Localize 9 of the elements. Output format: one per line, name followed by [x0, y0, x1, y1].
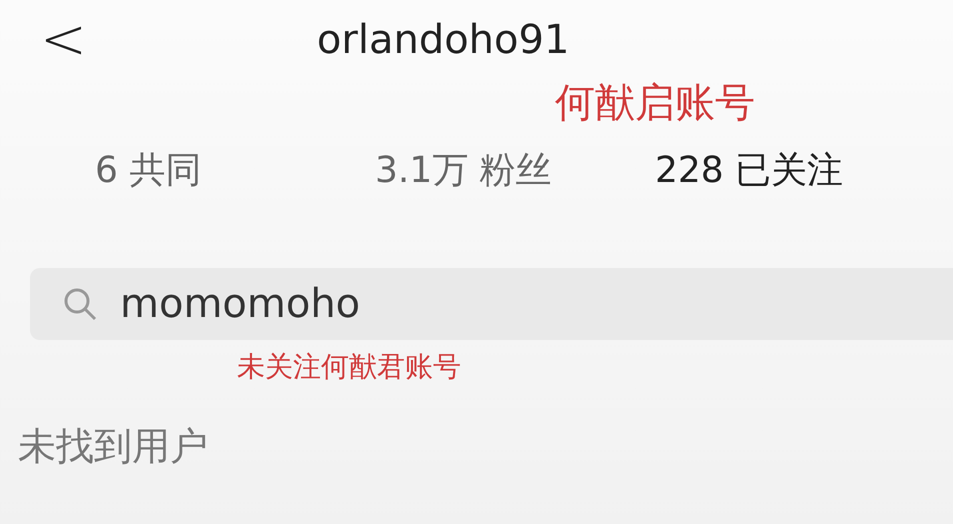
stat-text[interactable]: 3.1万 粉丝 — [375, 144, 655, 198]
back-button[interactable]: < — [40, 12, 87, 68]
annotation-text: 未关注何猷君账号 — [237, 349, 462, 385]
stat-text[interactable]: 6 共同 — [95, 144, 375, 198]
annotation-text: 何猷启账号 — [555, 80, 756, 126]
search-field[interactable]: momomoho — [30, 268, 953, 340]
username-title: orlandoho91 — [316, 16, 570, 65]
empty-message: 未找到用户 — [18, 423, 209, 470]
stat-text[interactable]: 228 已关注 — [655, 144, 935, 198]
